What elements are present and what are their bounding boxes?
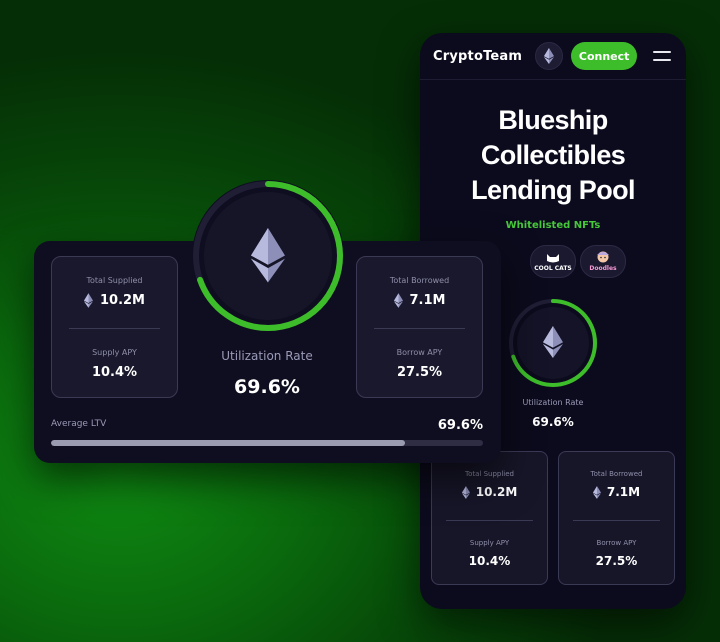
total-supplied-card: Total Supplied 10.2M Supply APY 10.4% bbox=[51, 256, 178, 398]
title-line: Collectibles bbox=[480, 140, 626, 170]
total-borrowed-value: 7.1M bbox=[606, 485, 641, 499]
supply-apy-value: 10.4% bbox=[91, 365, 138, 380]
supply-apy-label: Supply APY bbox=[469, 539, 510, 547]
total-borrowed-card: Total Borrowed 7.1M Borrow APY 27.5% bbox=[558, 451, 675, 585]
borrow-apy-label: Borrow APY bbox=[596, 539, 637, 547]
whitelisted-nfts-label: Whitelisted NFTs bbox=[505, 220, 601, 231]
supply-apy-value: 10.4% bbox=[468, 554, 511, 568]
hamburger-menu-icon[interactable] bbox=[653, 51, 672, 61]
doodle-face-icon bbox=[597, 251, 609, 263]
utilization-gauge bbox=[509, 299, 597, 387]
total-borrowed-label: Total Borrowed bbox=[389, 276, 450, 285]
divider bbox=[573, 520, 660, 521]
nft-chip-cool-cats[interactable]: COOL CATS bbox=[530, 245, 576, 278]
ethereum-icon bbox=[461, 485, 470, 499]
average-ltv-value: 69.6% bbox=[437, 418, 483, 433]
brand-logo[interactable]: CryptoTeam bbox=[433, 49, 522, 64]
ltv-progress-fill bbox=[51, 440, 406, 446]
network-selector-button[interactable] bbox=[535, 42, 564, 70]
total-borrowed-label: Total Borrowed bbox=[590, 470, 643, 478]
borrow-apy-value: 27.5% bbox=[595, 554, 638, 568]
total-borrowed-value: 7.1M bbox=[409, 293, 446, 308]
ltv-progress-bar bbox=[51, 440, 483, 446]
pool-title: Blueship Collectibles Lending Pool bbox=[420, 103, 686, 208]
divider bbox=[374, 328, 465, 329]
ethereum-icon bbox=[83, 293, 93, 308]
ethereum-icon bbox=[592, 485, 601, 499]
total-supplied-label: Total Supplied bbox=[86, 276, 143, 285]
borrow-apy-label: Borrow APY bbox=[396, 348, 443, 357]
average-ltv-label: Average LTV bbox=[51, 419, 107, 429]
total-supplied-value: 10.2M bbox=[475, 485, 518, 499]
ethereum-icon bbox=[393, 293, 403, 308]
title-line: Blueship bbox=[498, 105, 608, 135]
showcase-stage: CryptoTeam Connect Blueship Collectibles… bbox=[0, 0, 720, 642]
utilization-rate-label: Utilization Rate bbox=[221, 349, 313, 363]
total-supplied-card: Total Supplied 10.2M Supply APY 10.4% bbox=[431, 451, 548, 585]
divider bbox=[446, 520, 533, 521]
connect-wallet-button[interactable]: Connect bbox=[571, 42, 638, 70]
cat-icon bbox=[546, 253, 559, 262]
title-line: Lending Pool bbox=[471, 175, 635, 205]
utilization-gauge bbox=[192, 180, 344, 332]
ethereum-icon bbox=[544, 48, 555, 64]
doodles-logo: Doodles bbox=[589, 251, 617, 272]
nft-chip-doodles[interactable]: Doodles bbox=[580, 245, 626, 278]
total-supplied-label: Total Supplied bbox=[465, 470, 514, 478]
total-borrowed-card: Total Borrowed 7.1M Borrow APY 27.5% bbox=[356, 256, 483, 398]
total-supplied-value: 10.2M bbox=[99, 293, 145, 308]
supply-apy-label: Supply APY bbox=[92, 348, 137, 357]
cool-cats-logo: COOL CATS bbox=[534, 252, 572, 272]
divider bbox=[69, 328, 160, 329]
borrow-apy-value: 27.5% bbox=[396, 365, 443, 380]
mobile-header: CryptoTeam Connect bbox=[420, 33, 686, 80]
utilization-rate-value: 69.6% bbox=[234, 376, 300, 398]
